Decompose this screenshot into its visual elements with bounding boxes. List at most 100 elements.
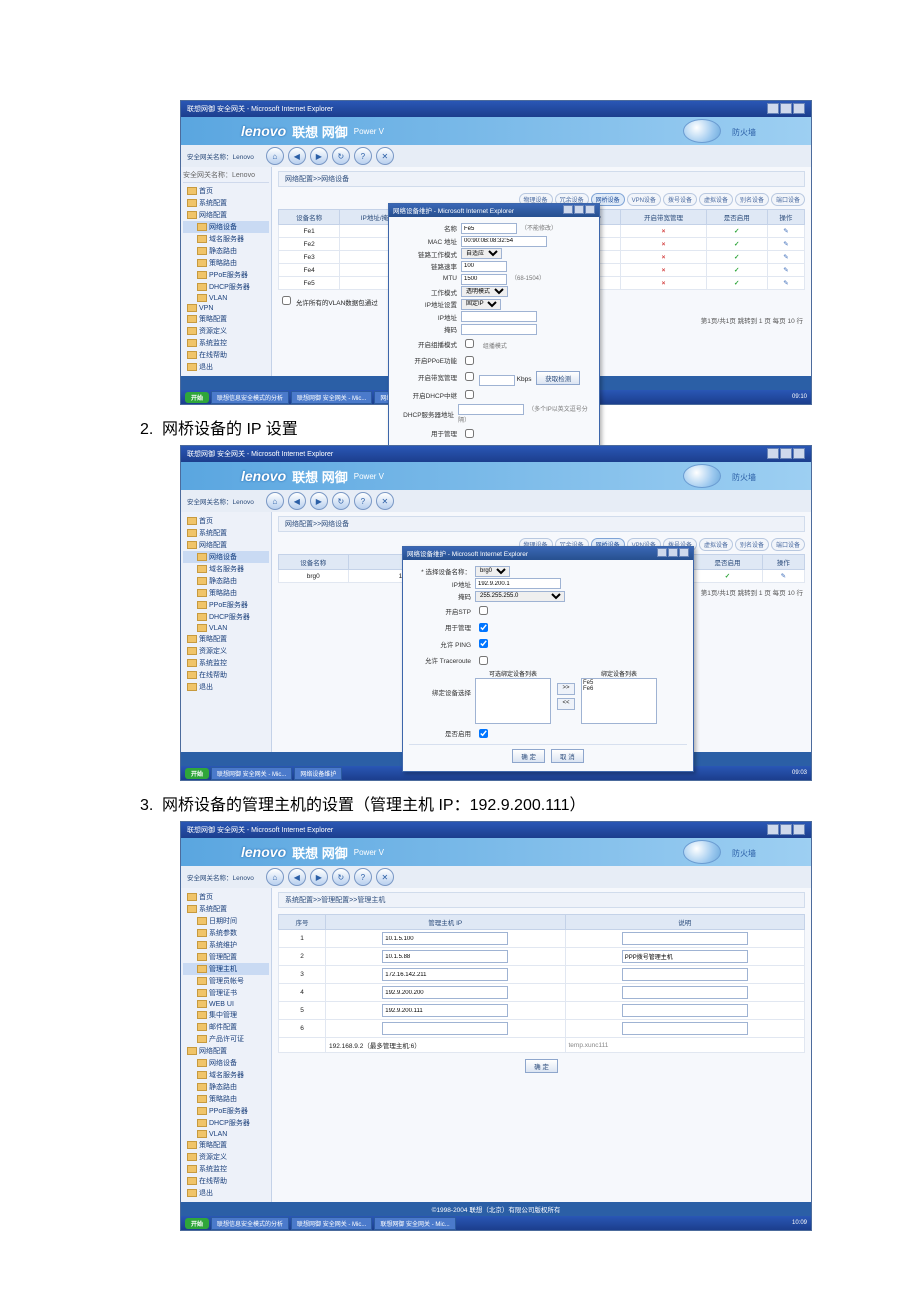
sidebar-item[interactable]: 退出 (183, 361, 269, 373)
sidebar-item[interactable]: 在线帮助 (183, 1175, 269, 1187)
ipset-select[interactable]: 固定IP (461, 299, 501, 310)
max-icon[interactable] (780, 103, 792, 114)
tool-home-icon[interactable]: ⌂ (266, 147, 284, 165)
tool-fwd-icon[interactable]: ▶ (310, 147, 328, 165)
sidebar-item-netdevice[interactable]: 网络设备 (183, 221, 269, 233)
sidebar-item[interactable]: 系统参数 (183, 927, 269, 939)
sidebar-item[interactable]: 域名服务器 (183, 563, 269, 575)
sidebar-item[interactable]: 静态路由 (183, 245, 269, 257)
sidebar-item[interactable]: 网络配置 (183, 1045, 269, 1057)
tool-refresh-icon[interactable]: ↻ (332, 147, 350, 165)
max-icon[interactable] (780, 448, 792, 459)
sidebar-item[interactable]: 系统监控 (183, 1163, 269, 1175)
sidebar-item[interactable]: DHCP服务器 (183, 1117, 269, 1129)
mac-input[interactable] (461, 236, 547, 247)
bw-input[interactable] (479, 375, 515, 386)
sidebar-item[interactable]: DHCP服务器 (183, 611, 269, 623)
min-icon[interactable] (767, 103, 779, 114)
sidebar-item[interactable]: 在线帮助 (183, 669, 269, 681)
ip-input[interactable] (461, 311, 537, 322)
sidebar-item[interactable]: 首页 (183, 515, 269, 527)
sidebar-item[interactable]: 域名服务器 (183, 1069, 269, 1081)
sidebar-item[interactable]: 首页 (183, 185, 269, 197)
sidebar-item[interactable]: 退出 (183, 1187, 269, 1199)
start-button[interactable]: 开始 (185, 1218, 209, 1229)
pppoe-checkbox[interactable] (465, 356, 474, 365)
available-list[interactable] (475, 678, 551, 724)
multicast-checkbox[interactable] (465, 339, 474, 348)
taskbar-task[interactable]: 联想网御 安全网关 - Mic... (374, 1217, 455, 1230)
sidebar-item[interactable]: 策略配置 (183, 633, 269, 645)
edit-icon[interactable]: ✎ (767, 264, 804, 277)
sidebar-item[interactable]: 首页 (183, 891, 269, 903)
ok-button[interactable]: 确 定 (512, 749, 545, 763)
sidebar-item[interactable]: 系统监控 (183, 337, 269, 349)
sidebar-item[interactable]: PPoE服务器 (183, 599, 269, 611)
sidebar-item[interactable]: 策略路由 (183, 1093, 269, 1105)
dhcp-server-input[interactable] (458, 404, 524, 415)
note-input[interactable] (622, 950, 748, 963)
ip-input[interactable] (382, 968, 508, 981)
start-button[interactable]: 开始 (185, 392, 209, 403)
tab[interactable]: 端口设备 (771, 193, 805, 206)
tool-help-icon[interactable]: ? (354, 492, 372, 510)
edit-icon[interactable]: ✎ (767, 277, 804, 290)
tool-back-icon[interactable]: ◀ (288, 868, 306, 886)
sidebar-item[interactable]: 系统配置 (183, 527, 269, 539)
max-icon[interactable] (780, 824, 792, 835)
ip-input[interactable] (475, 578, 561, 589)
sidebar-item[interactable]: VLAN (183, 1129, 269, 1139)
min-icon[interactable] (657, 548, 667, 557)
note-input[interactable] (622, 986, 748, 999)
sidebar-item[interactable]: 邮件配置 (183, 1021, 269, 1033)
vlan-all-checkbox[interactable] (282, 296, 291, 305)
close-icon[interactable] (679, 548, 689, 557)
sidebar-item[interactable]: 退出 (183, 681, 269, 693)
sidebar-item[interactable]: 资源定义 (183, 325, 269, 337)
ping-checkbox[interactable] (479, 639, 488, 648)
ip-input[interactable] (382, 986, 508, 999)
sidebar-item[interactable]: 策略路由 (183, 587, 269, 599)
stp-checkbox[interactable] (479, 606, 488, 615)
edit-icon[interactable]: ✎ (762, 570, 804, 583)
sidebar-item[interactable]: PPoE服务器 (183, 1105, 269, 1117)
sidebar-item[interactable]: 网络配置 (183, 209, 269, 221)
ip-input[interactable] (382, 950, 508, 963)
bridge-name-select[interactable]: brg0 (475, 566, 510, 577)
dhcp-checkbox[interactable] (465, 390, 474, 399)
taskbar-task[interactable]: 联想信息安全模式的分析 (211, 391, 289, 404)
bw-checkbox[interactable] (465, 372, 474, 381)
mask-select[interactable]: 255.255.255.0 (475, 591, 565, 602)
enable-checkbox[interactable] (479, 729, 488, 738)
detect-button[interactable]: 获取检测 (536, 371, 580, 385)
sidebar-item[interactable]: 系统监控 (183, 657, 269, 669)
close-icon[interactable] (585, 205, 595, 214)
taskbar-task[interactable]: 联想网御 安全网关 - Mic... (291, 391, 372, 404)
sidebar-item[interactable]: VLAN (183, 293, 269, 303)
ok-button[interactable]: 确 定 (525, 1059, 558, 1073)
ip-input[interactable] (382, 932, 508, 945)
tab[interactable]: VPN设备 (627, 193, 661, 206)
sidebar-item[interactable]: 网络配置 (183, 539, 269, 551)
trace-checkbox[interactable] (479, 656, 488, 665)
min-icon[interactable] (563, 205, 573, 214)
ip-input[interactable] (382, 1022, 508, 1035)
min-icon[interactable] (767, 824, 779, 835)
mgmt-checkbox[interactable] (465, 429, 474, 438)
start-button[interactable]: 开始 (185, 768, 209, 779)
tool-home-icon[interactable]: ⌂ (266, 492, 284, 510)
tool-help-icon[interactable]: ? (354, 147, 372, 165)
cancel-button[interactable]: 取 消 (551, 749, 584, 763)
tool-fwd-icon[interactable]: ▶ (310, 868, 328, 886)
bound-list[interactable]: Fe5Fe6 (581, 678, 657, 724)
max-icon[interactable] (668, 548, 678, 557)
mtu-input[interactable] (461, 274, 507, 285)
sidebar-item[interactable]: WEB UI (183, 999, 269, 1009)
sidebar-item-netdevice[interactable]: 网络设备 (183, 551, 269, 563)
max-icon[interactable] (574, 205, 584, 214)
edit-icon[interactable]: ✎ (767, 238, 804, 251)
sidebar-item[interactable]: 系统配置 (183, 903, 269, 915)
sidebar-item[interactable]: VLAN (183, 623, 269, 633)
taskbar-task[interactable]: 网络设备维护 (294, 767, 342, 780)
note-input[interactable] (622, 1022, 748, 1035)
